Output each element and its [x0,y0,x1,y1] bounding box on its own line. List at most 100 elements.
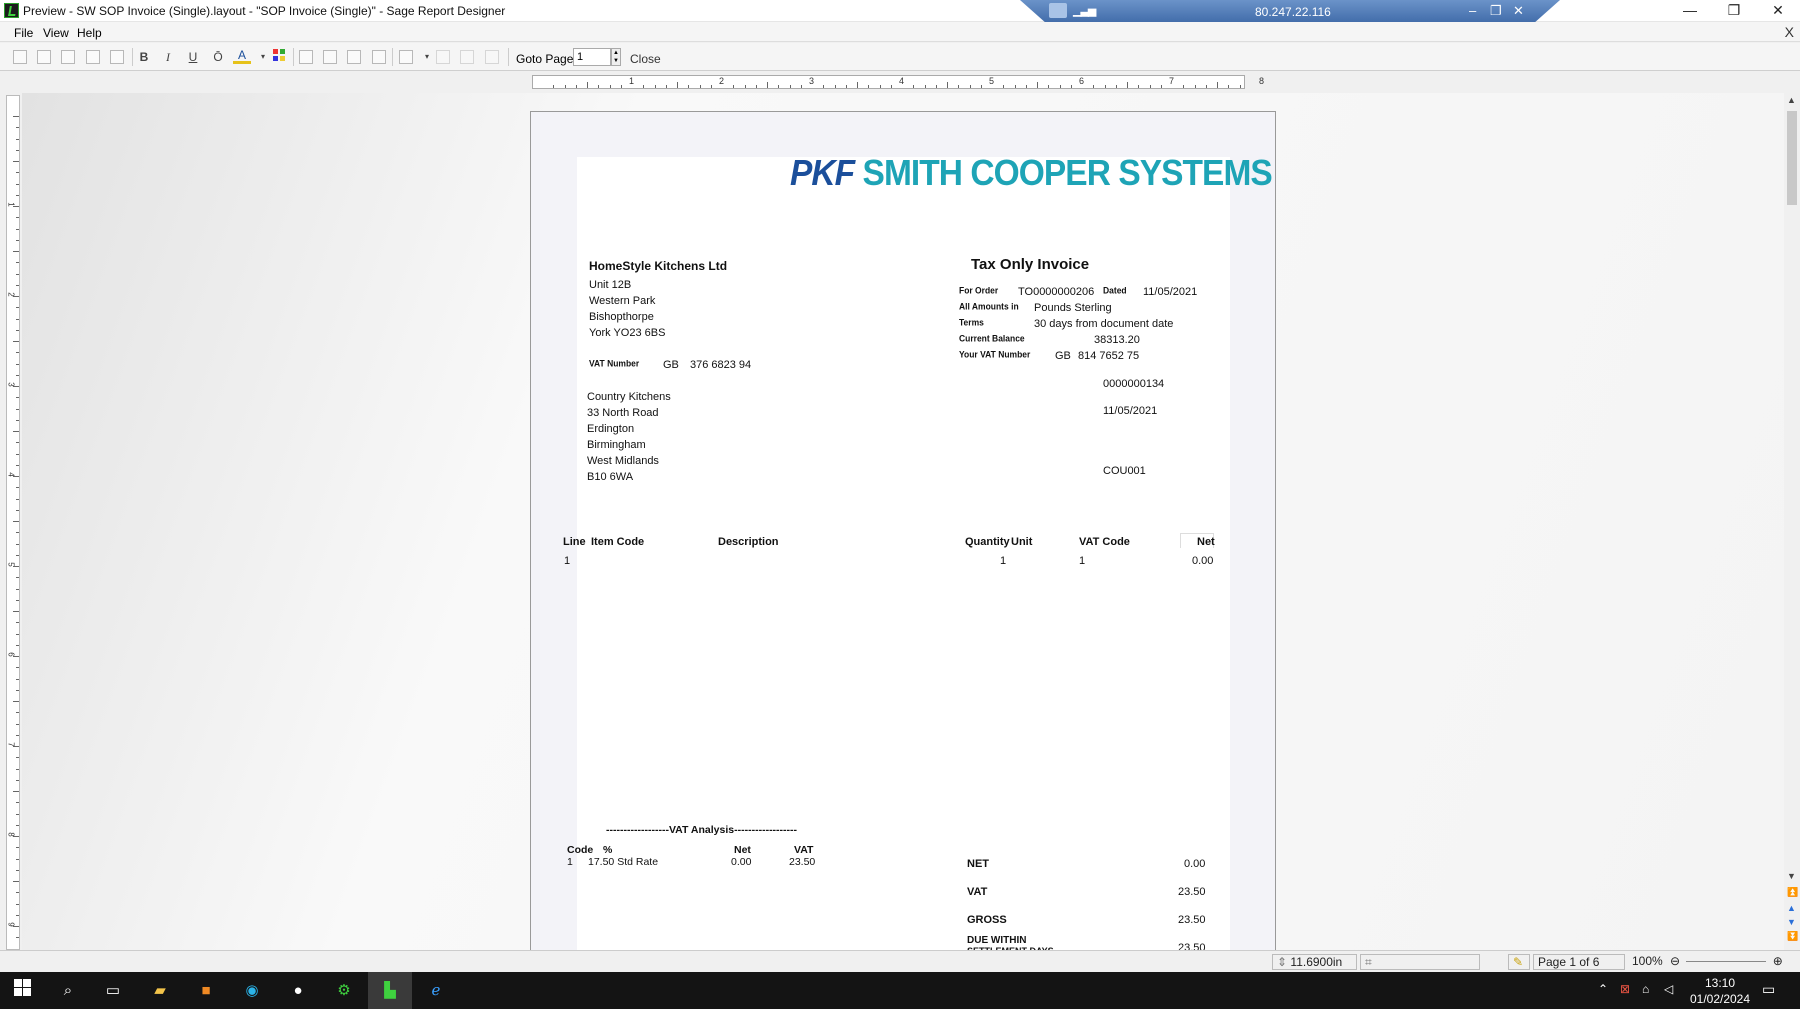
restore-button[interactable]: ❐ [1712,0,1756,22]
remote-desktop-bar[interactable]: ▁▃▅ 80.247.22.116 – ❐ ✕ [1020,0,1560,24]
clock-date[interactable]: 01/02/2024 [1685,992,1755,1006]
ruler-tick [16,858,19,860]
for-order-value: TO0000000206 [1018,286,1095,298]
zoom-control[interactable]: 100% ⊖ ⊕ [1628,954,1788,970]
task-view-icon[interactable]: ▭ [101,979,125,1003]
file-explorer-icon[interactable]: ▰ [148,979,172,1003]
ruler-number: 1 [629,76,635,86]
ruler-number: 3 [809,76,815,86]
ruler-tick [13,521,19,522]
tray-chevron-icon[interactable]: ⌃ [1598,982,1608,996]
zoom-fit-icon[interactable] [399,50,413,64]
scroll-up-icon[interactable]: ▲ [1787,95,1796,105]
overline-button[interactable]: Ō [209,48,227,66]
zoom-slider[interactable] [1686,961,1767,963]
close-button-toolbar[interactable]: Close [630,52,661,66]
rdp-ip-address: 80.247.22.116 [1255,5,1331,19]
color-grid-icon[interactable] [270,48,288,66]
ruler-tick [654,85,656,88]
justify-icon[interactable] [372,50,386,64]
page-width-icon[interactable] [436,50,450,64]
print-icon[interactable] [13,50,27,64]
ruler-tick [16,284,19,286]
network-icon[interactable]: ⌂ [1642,982,1649,996]
chat-icon[interactable]: ● [286,979,310,1003]
close-preview-x[interactable]: X [1785,24,1794,40]
row-net: 0.00 [1192,555,1214,567]
ruler-tick [16,307,19,309]
ruler-tick [935,85,937,88]
your-vat-value: 814 7652 75 [1078,350,1140,362]
goto-page-input[interactable]: 1 [573,48,611,66]
sage-app-taskbar-icon[interactable]: ■ [194,979,218,1003]
ruler-tick [1115,85,1117,88]
report-designer-taskbar-icon[interactable]: ▙ [368,972,412,1009]
ruler-tick [16,734,19,736]
prev-page-icon[interactable]: ▲ [1787,903,1796,913]
signal-icon: ▁▃▅ [1073,5,1096,17]
whole-page-icon[interactable] [485,50,499,64]
close-button[interactable]: ✕ [1756,0,1800,22]
last-page-icon[interactable]: ⏬ [1787,931,1798,942]
notifications-icon[interactable]: ▭ [1762,981,1775,998]
company-logo: PKF SMITH COOPER SYSTEMS [790,152,1273,193]
ruler-tick [16,498,19,500]
col-unit: Unit [1011,536,1033,548]
first-page-icon[interactable]: ⏫ [1787,887,1798,898]
terms-value: 30 days from document date [1034,318,1174,330]
copy-icon[interactable] [86,50,100,64]
ruler-number: 2 [6,292,16,297]
edit-icon[interactable]: ✎ [1508,954,1530,970]
page-spinner[interactable]: ▲ ▼ [611,48,621,66]
next-page-icon[interactable]: ▼ [1787,917,1796,927]
ruler-number: 1 [6,202,16,207]
edge-icon[interactable]: ◉ [240,979,264,1003]
ruler-tick [16,408,19,410]
ruler-tick [1239,85,1241,88]
font-color-button[interactable]: A [233,48,251,64]
ruler-tick [1183,85,1185,88]
clock-time[interactable]: 13:10 [1695,976,1745,990]
ruler-tick [13,791,19,792]
height-indicator: ⇕ 11.6900in [1272,954,1357,970]
volume-icon[interactable]: ◁ [1664,982,1673,996]
underline-button[interactable]: U [184,48,202,66]
toolbar-separator [508,48,509,66]
ruler-tick [620,85,622,88]
align-right-icon[interactable] [347,50,361,64]
ruler-tick [744,85,746,88]
ruler-tick [575,85,577,88]
chevron-down-icon[interactable]: ▾ [418,48,436,66]
page-setup-icon[interactable] [37,50,51,64]
align-left-icon[interactable] [299,50,313,64]
vertical-scrollbar[interactable]: ▲ ▼ ⏫ ▲ ▼ ⏬ [1784,93,1800,950]
pin-icon[interactable] [1049,3,1067,18]
dated-value: 11/05/2021 [1143,286,1198,298]
minimize-button[interactable]: — [1668,0,1712,22]
ruler-tick [16,127,19,129]
align-center-icon[interactable] [323,50,337,64]
layout-icon[interactable] [61,50,75,64]
scrollbar-thumb[interactable] [1787,111,1797,205]
rdp-restore-button[interactable]: ❐ [1490,3,1502,19]
page-height-icon[interactable] [460,50,474,64]
zoom-out-icon[interactable]: ⊖ [1670,954,1680,968]
search-icon[interactable]: ⌕ [56,979,80,1003]
internet-explorer-icon[interactable]: ℯ [424,979,448,1003]
ruler-tick [13,431,19,432]
zoom-in-icon[interactable]: ⊕ [1773,954,1783,968]
ruler-tick [16,329,19,331]
ruler-tick [16,757,19,759]
export-icon[interactable] [110,50,124,64]
gear-icon[interactable]: ⚙ [332,979,356,1003]
rdp-close-button[interactable]: ✕ [1513,3,1524,19]
bold-button[interactable]: B [135,48,153,66]
menu-help[interactable]: Help [77,26,102,40]
windows-start-icon[interactable] [10,979,34,1003]
italic-button[interactable]: I [159,48,177,66]
security-icon[interactable]: ⊠ [1620,982,1630,996]
menu-file[interactable]: File [14,26,33,40]
scroll-down-icon[interactable]: ▼ [1787,871,1796,881]
menu-view[interactable]: View [43,26,69,40]
rdp-minimize-button[interactable]: – [1469,3,1476,18]
